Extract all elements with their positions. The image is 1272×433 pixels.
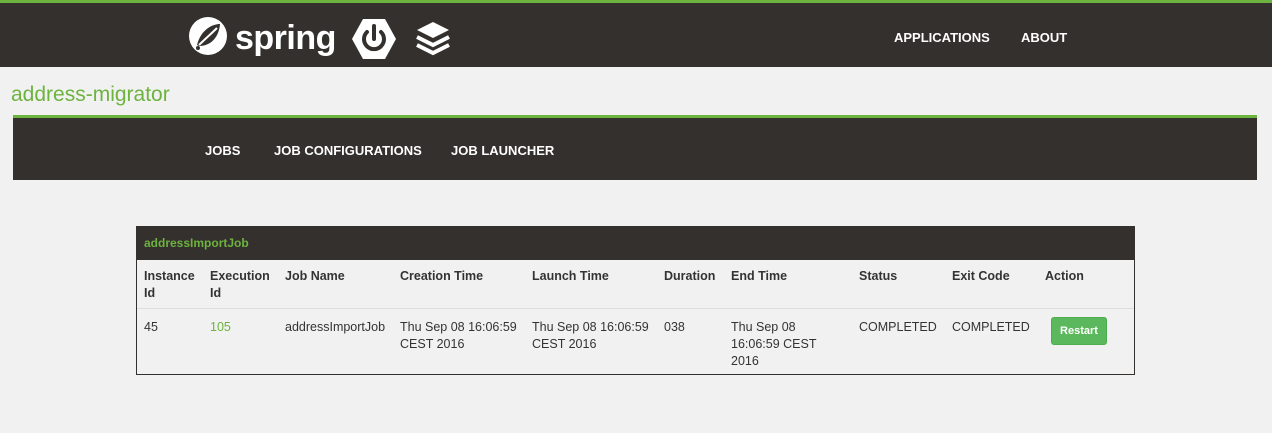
app-subnav-bar: JOBS JOB CONFIGURATIONS JOB LAUNCHER bbox=[13, 115, 1257, 180]
cell-creation-time: Thu Sep 08 16:06:59 CEST 2016 bbox=[400, 320, 517, 351]
tab-job-configurations[interactable]: JOB CONFIGURATIONS bbox=[274, 143, 422, 158]
spring-boot-power-icon[interactable] bbox=[352, 18, 396, 65]
tab-job-launcher[interactable]: JOB LAUNCHER bbox=[451, 143, 554, 158]
panel-title: addressImportJob bbox=[137, 227, 1134, 260]
col-exit-code: Exit Code bbox=[952, 269, 1010, 283]
col-launch-time: Launch Time bbox=[532, 269, 609, 283]
app-title: address-migrator bbox=[11, 83, 170, 106]
col-end-time: End Time bbox=[731, 269, 788, 283]
restart-button[interactable]: Restart bbox=[1051, 317, 1107, 345]
nav-about[interactable]: ABOUT bbox=[1021, 30, 1067, 45]
cell-launch-time: Thu Sep 08 16:06:59 CEST 2016 bbox=[532, 320, 649, 351]
spring-logo-text: spring bbox=[235, 18, 336, 57]
spring-logo[interactable]: spring bbox=[187, 15, 336, 62]
col-duration: Duration bbox=[664, 269, 716, 283]
col-creation-time: Creation Time bbox=[400, 269, 484, 283]
table-row: 45 105 addressImportJob Thu Sep 08 16:06… bbox=[137, 309, 1134, 375]
nav-applications[interactable]: APPLICATIONS bbox=[894, 30, 990, 45]
cell-duration: 038 bbox=[664, 320, 685, 334]
table-header: Instance Id Execution Id Job Name Creati… bbox=[137, 260, 1134, 309]
cell-exit-code: COMPLETED bbox=[952, 320, 1030, 334]
cell-status: COMPLETED bbox=[859, 320, 937, 334]
cell-instance-id: 45 bbox=[144, 320, 158, 334]
tab-jobs[interactable]: JOBS bbox=[205, 143, 240, 158]
col-instance-id: Instance Id bbox=[144, 269, 195, 300]
col-execution-id: Execution Id bbox=[210, 269, 270, 300]
top-navbar: spring APPLICATIONS ABOUT bbox=[0, 0, 1272, 67]
spring-leaf-icon bbox=[187, 15, 229, 62]
col-job-name: Job Name bbox=[285, 269, 345, 283]
cell-end-time: Thu Sep 08 16:06:59 CEST 2016 bbox=[731, 320, 817, 368]
cell-job-name: addressImportJob bbox=[285, 320, 386, 334]
col-action: Action bbox=[1045, 269, 1084, 283]
col-status: Status bbox=[859, 269, 898, 283]
job-executions-panel: addressImportJob Instance Id Execution I… bbox=[136, 226, 1135, 375]
stack-layers-icon[interactable] bbox=[415, 20, 451, 63]
execution-id-link[interactable]: 105 bbox=[210, 319, 231, 336]
